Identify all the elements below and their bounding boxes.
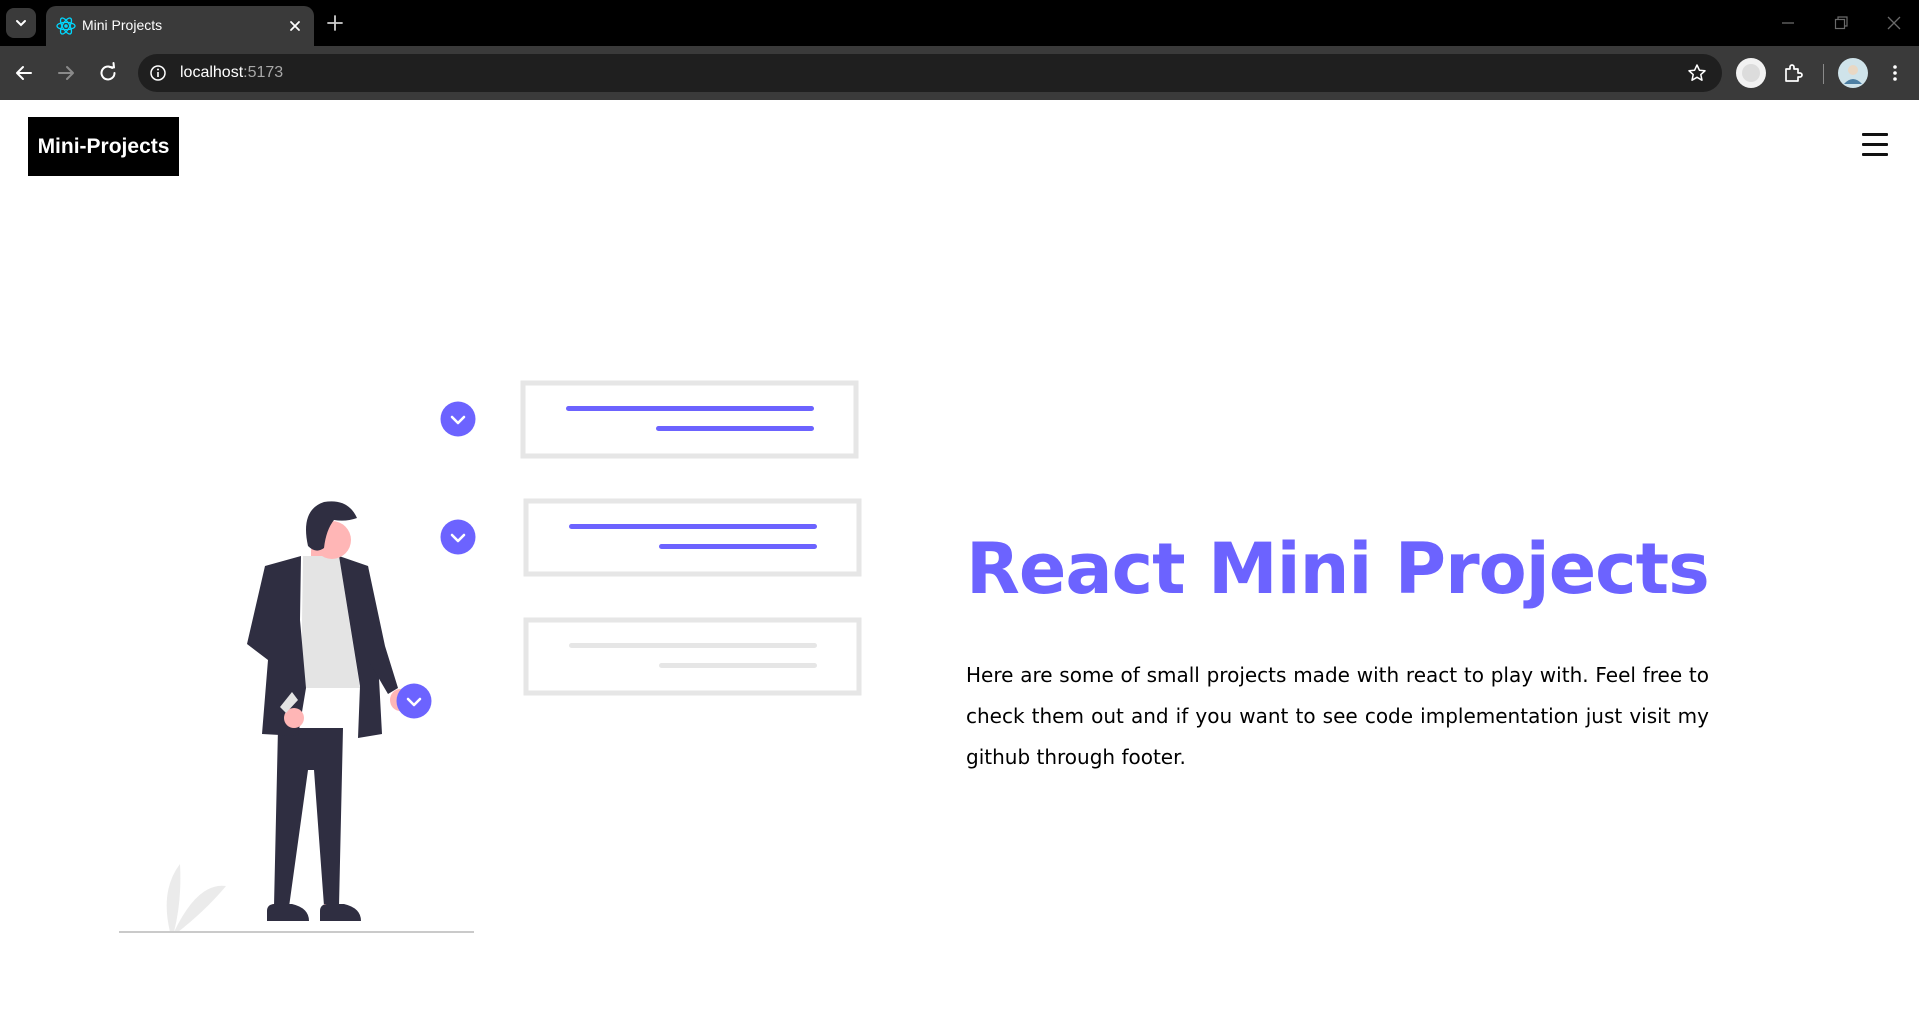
- user-avatar-icon: [1844, 65, 1862, 84]
- url-host: localhost: [180, 64, 244, 81]
- new-tab-plus-icon[interactable]: [324, 12, 346, 34]
- browser-tab-strip: Mini Projects: [0, 0, 1919, 46]
- more-vertical-icon[interactable]: [1883, 61, 1907, 85]
- restore-icon[interactable]: [1831, 13, 1851, 33]
- forward-arrow-icon[interactable]: [54, 61, 78, 85]
- hero-illustration: [119, 380, 862, 933]
- url-text: localhost:5173: [180, 64, 283, 82]
- person-figure: [247, 501, 410, 921]
- extension-avatar[interactable]: [1736, 58, 1766, 88]
- checklist-card-1: [520, 380, 859, 459]
- hero-description: Here are some of small projects made wit…: [966, 663, 1709, 769]
- check-circle-icon: [396, 683, 432, 719]
- extension-circle-icon: [1742, 64, 1760, 82]
- tab-title: Mini Projects: [82, 17, 163, 33]
- chevron-down-icon: [16, 20, 26, 27]
- back-arrow-icon[interactable]: [12, 61, 36, 85]
- minimize-icon[interactable]: [1778, 13, 1798, 33]
- browser-tab-active[interactable]: Mini Projects: [46, 6, 314, 46]
- site-info-icon[interactable]: [148, 63, 168, 83]
- toolbar-separator: [1823, 64, 1824, 84]
- plant-decoration: [166, 864, 226, 932]
- bookmark-star-icon[interactable]: [1686, 62, 1708, 84]
- browser-toolbar: localhost:5173: [0, 46, 1919, 100]
- site-navbar: Mini-Projects: [0, 100, 1919, 190]
- react-atom-icon: [56, 17, 76, 35]
- hamburger-menu-icon[interactable]: [1862, 133, 1888, 157]
- checklist-card-2: [523, 498, 862, 577]
- url-port: :5173: [243, 64, 284, 81]
- close-icon[interactable]: [286, 17, 304, 35]
- extensions-puzzle-icon[interactable]: [1781, 61, 1805, 85]
- check-circle-icon: [440, 519, 476, 555]
- window-close-icon[interactable]: [1884, 13, 1904, 33]
- check-circle-icon: [440, 401, 476, 437]
- address-bar[interactable]: localhost:5173: [138, 54, 1722, 92]
- tab-search-button[interactable]: [6, 8, 36, 38]
- brand-logo[interactable]: Mini-Projects: [28, 117, 179, 176]
- reload-icon[interactable]: [96, 61, 120, 85]
- profile-avatar[interactable]: [1838, 58, 1868, 88]
- checklist-card-3: [523, 617, 862, 696]
- hero-title: React Mini Projects: [966, 528, 1710, 610]
